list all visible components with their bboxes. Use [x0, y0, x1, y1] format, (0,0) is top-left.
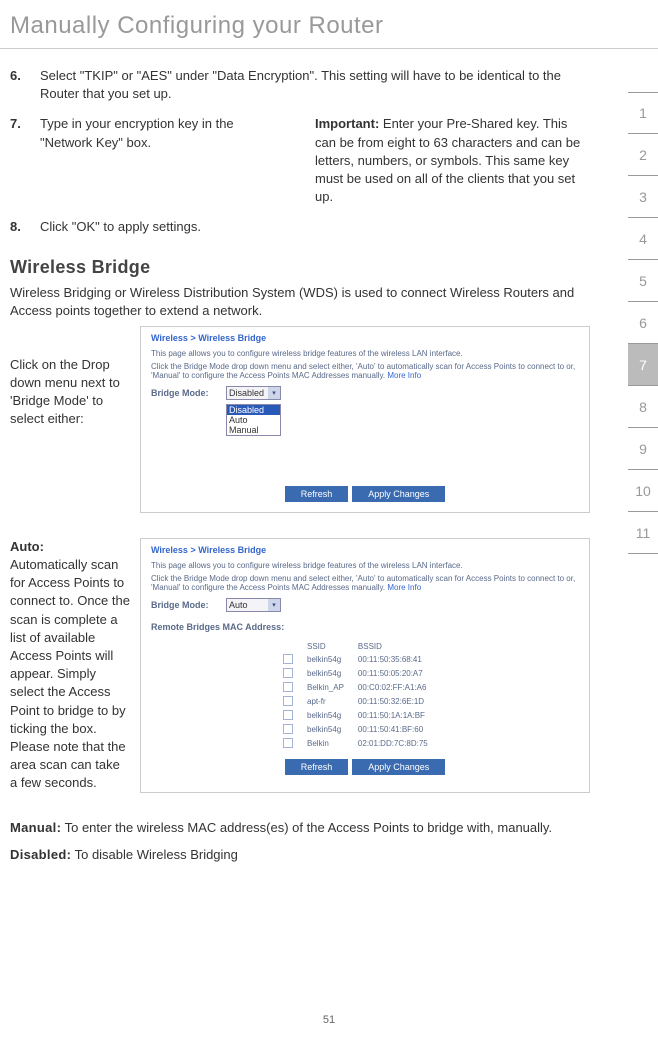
table-header-bssid: BSSID — [356, 640, 440, 653]
screenshot-description: This page allows you to configure wirele… — [151, 561, 579, 570]
section-tab-2[interactable]: 2 — [628, 134, 658, 176]
checkbox[interactable] — [283, 738, 293, 748]
breadcrumb: Wireless > Wireless Bridge — [151, 331, 579, 345]
section-tab-4[interactable]: 4 — [628, 218, 658, 260]
disabled-mode-line: Disabled: To disable Wireless Bridging — [10, 845, 590, 865]
bridge-mode-select[interactable]: Auto ▾ — [226, 598, 281, 612]
wireless-bridge-intro: Wireless Bridging or Wireless Distributi… — [10, 284, 590, 320]
step-text: Type in your encryption key in the "Netw… — [40, 115, 285, 151]
bridge-mode-label: Bridge Mode: — [151, 388, 226, 398]
checkbox[interactable] — [283, 668, 293, 678]
section-tab-9[interactable]: 9 — [628, 428, 658, 470]
table-row: Belkin02:01:DD:7C:8D:75 — [281, 737, 440, 751]
section-tab-6[interactable]: 6 — [628, 302, 658, 344]
section-tab-10[interactable]: 10 — [628, 470, 658, 512]
dropdown-option-manual[interactable]: Manual — [227, 425, 280, 435]
wireless-bridge-heading: Wireless Bridge — [10, 257, 590, 278]
dropdown-instruction: Click on the Drop down menu next to 'Bri… — [10, 326, 140, 513]
step-6: 6. Select "TKIP" or "AES" under "Data En… — [10, 67, 590, 103]
table-row: belkin54g00:11:50:1A:1A:BF — [281, 709, 440, 723]
checkbox[interactable] — [283, 710, 293, 720]
step-text: Select "TKIP" or "AES" under "Data Encry… — [40, 67, 590, 103]
screenshot-bridge-auto: Wireless > Wireless Bridge This page all… — [140, 538, 590, 793]
section-tab-5[interactable]: 5 — [628, 260, 658, 302]
checkbox[interactable] — [283, 682, 293, 692]
breadcrumb: Wireless > Wireless Bridge — [151, 543, 579, 557]
step-7: 7. Type in your encryption key in the "N… — [10, 115, 285, 151]
apply-changes-button[interactable]: Apply Changes — [352, 486, 445, 502]
section-tab-8[interactable]: 8 — [628, 386, 658, 428]
important-label: Important: — [315, 116, 379, 131]
important-note: Important: Enter your Pre-Shared key. Th… — [315, 115, 590, 206]
disabled-label: Disabled: — [10, 847, 71, 862]
section-tab-1[interactable]: 1 — [628, 92, 658, 134]
section-tab-11[interactable]: 11 — [628, 512, 658, 554]
step-number: 8. — [10, 218, 40, 236]
section-tab-7[interactable]: 7 — [628, 344, 658, 386]
manual-mode-line: Manual: To enter the wireless MAC addres… — [10, 818, 590, 838]
page-title: Manually Configuring your Router — [0, 0, 658, 49]
table-row: Belkin_AP00:C0:02:FF:A1:A6 — [281, 681, 440, 695]
bridge-mode-value: Auto — [229, 600, 248, 610]
bridge-mode-value: Disabled — [229, 388, 264, 398]
step-number: 7. — [10, 115, 40, 151]
checkbox[interactable] — [283, 696, 293, 706]
step-text: Click "OK" to apply settings. — [40, 218, 590, 236]
dropdown-option-auto[interactable]: Auto — [227, 415, 280, 425]
section-tab-3[interactable]: 3 — [628, 176, 658, 218]
step-number: 6. — [10, 67, 40, 103]
manual-label: Manual: — [10, 820, 61, 835]
table-row: belkin54g00:11:50:05:20:A7 — [281, 667, 440, 681]
chevron-down-icon[interactable]: ▾ — [268, 387, 280, 399]
section-tabs: 1 2 3 4 5 6 7 8 9 10 11 — [628, 92, 658, 554]
access-points-table: SSID BSSID belkin54g00:11:50:35:68:41 be… — [281, 640, 440, 751]
dropdown-option-disabled[interactable]: Disabled — [227, 405, 280, 415]
table-row: belkin54g00:11:50:41:BF:60 — [281, 723, 440, 737]
auto-text: Automatically scan for Access Points to … — [10, 557, 130, 790]
table-row: apt-fr00:11:50:32:6E:1D — [281, 695, 440, 709]
remote-bridges-label: Remote Bridges MAC Address: — [151, 622, 579, 632]
more-info-link[interactable]: More Info — [387, 583, 421, 592]
chevron-down-icon[interactable]: ▾ — [268, 599, 280, 611]
bridge-mode-label: Bridge Mode: — [151, 600, 226, 610]
screenshot-description-2: Click the Bridge Mode drop down menu and… — [151, 574, 579, 592]
bridge-mode-dropdown[interactable]: Disabled Auto Manual — [226, 404, 281, 436]
bridge-mode-select[interactable]: Disabled ▾ — [226, 386, 281, 400]
screenshot-description-2: Click the Bridge Mode drop down menu and… — [151, 362, 579, 380]
step-8: 8. Click "OK" to apply settings. — [10, 218, 590, 236]
apply-changes-button[interactable]: Apply Changes — [352, 759, 445, 775]
auto-label: Auto: — [10, 538, 130, 556]
checkbox[interactable] — [283, 724, 293, 734]
disabled-text: To disable Wireless Bridging — [71, 847, 238, 862]
refresh-button[interactable]: Refresh — [285, 486, 349, 502]
screenshot-description: This page allows you to configure wirele… — [151, 349, 579, 358]
table-row: belkin54g00:11:50:35:68:41 — [281, 653, 440, 667]
table-header-ssid: SSID — [305, 640, 356, 653]
refresh-button[interactable]: Refresh — [285, 759, 349, 775]
screenshot-bridge-disabled: Wireless > Wireless Bridge This page all… — [140, 326, 590, 513]
manual-text: To enter the wireless MAC address(es) of… — [61, 820, 552, 835]
page-number: 51 — [323, 1014, 335, 1026]
checkbox[interactable] — [283, 654, 293, 664]
more-info-link[interactable]: More Info — [387, 371, 421, 380]
